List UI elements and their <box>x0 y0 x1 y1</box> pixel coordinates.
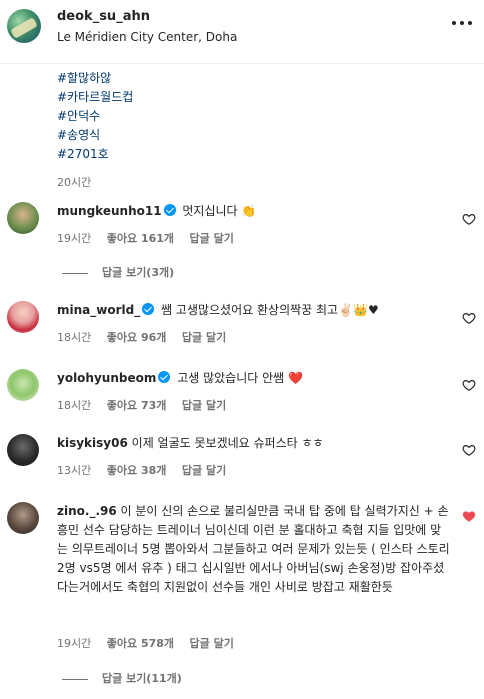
comment-text: 이제 얼굴도 못보겠네요 슈퍼스타 ㅎㅎ <box>131 436 324 450</box>
comment-text: 고생 많았습니다 안쌤 ❤️ <box>177 371 303 385</box>
comment-meta: 19시간 좋아요 578개 답글 달기 <box>57 635 246 651</box>
comment-likes[interactable]: 좋아요 38개 <box>107 464 167 477</box>
more-options-icon[interactable] <box>452 16 474 30</box>
reply-button[interactable]: 답글 달기 <box>182 399 226 412</box>
reply-button[interactable]: 답글 달기 <box>190 232 234 245</box>
view-replies-label: 답글 보기(3개) <box>102 266 175 279</box>
reply-button[interactable]: 답글 달기 <box>190 637 234 650</box>
hashtag-link[interactable]: #송영식 <box>57 126 133 145</box>
heart-outline-icon[interactable] <box>462 311 476 325</box>
post-location[interactable]: Le Méridien City Center, Doha <box>57 30 237 44</box>
commenter-avatar[interactable] <box>7 434 39 466</box>
heart-filled-icon[interactable] <box>462 509 476 523</box>
comment-username[interactable]: mungkeunho11 <box>57 204 162 218</box>
post-header: deok_su_ahn Le Méridien City Center, Doh… <box>0 0 484 64</box>
heart-outline-icon[interactable] <box>462 378 476 392</box>
divider-line <box>62 272 88 274</box>
comment-meta: 13시간 좋아요 38개 답글 달기 <box>57 462 238 478</box>
divider-line <box>62 678 88 680</box>
comment-text: 쌤 고생많으셨어요 환상의짝꿍 최고✌🏻👑♥ <box>161 303 379 317</box>
comment-username[interactable]: yolohyunbeom <box>57 371 156 385</box>
comment-likes[interactable]: 좋아요 578개 <box>107 637 174 650</box>
commenter-avatar[interactable] <box>7 202 39 234</box>
comment-meta: 18시간 좋아요 96개 답글 달기 <box>57 329 238 345</box>
heart-outline-icon[interactable] <box>462 443 476 457</box>
commenter-avatar[interactable] <box>7 301 39 333</box>
comment-time: 13시간 <box>57 464 92 477</box>
view-replies-label: 답글 보기(11개) <box>102 672 182 685</box>
comment-text: 멋지십니다 👏 <box>182 204 257 218</box>
commenter-avatar[interactable] <box>7 369 39 401</box>
reply-button[interactable]: 답글 달기 <box>182 464 226 477</box>
comment-time: 18시간 <box>57 331 92 344</box>
comment-likes[interactable]: 좋아요 73개 <box>107 399 167 412</box>
comment-time: 18시간 <box>57 399 92 412</box>
comment-time: 19시간 <box>57 637 92 650</box>
comment-username[interactable]: zino._.96 <box>57 504 117 518</box>
hashtag-link[interactable]: #카타르월드컵 <box>57 88 133 107</box>
hashtag-link[interactable]: #2701호 <box>57 145 133 164</box>
reply-button[interactable]: 답글 달기 <box>182 331 226 344</box>
verified-badge-icon <box>142 303 155 315</box>
verified-badge-icon <box>163 204 176 216</box>
heart-outline-icon[interactable] <box>462 212 476 226</box>
author-username[interactable]: deok_su_ahn <box>57 9 150 24</box>
caption-timestamp: 20시간 <box>57 176 92 189</box>
comment-likes[interactable]: 좋아요 96개 <box>107 331 167 344</box>
author-avatar[interactable] <box>7 9 41 43</box>
post-caption: #할많하않 #카타르월드컵 #안덕수 #송영식 #2701호 20시간 <box>57 63 133 190</box>
commenter-avatar[interactable] <box>7 502 39 534</box>
verified-badge-icon <box>158 371 171 383</box>
view-replies-button[interactable]: 답글 보기(3개) <box>62 264 174 280</box>
comment-username[interactable]: kisykisy06 <box>57 436 128 450</box>
view-replies-button[interactable]: 답글 보기(11개) <box>62 670 182 686</box>
hashtag-link[interactable]: #할많하않 <box>57 69 133 88</box>
comment-likes[interactable]: 좋아요 161개 <box>107 232 174 245</box>
hashtag-link[interactable]: #안덕수 <box>57 107 133 126</box>
comment-meta: 19시간 좋아요 161개 답글 달기 <box>57 230 246 246</box>
comment-meta: 18시간 좋아요 73개 답글 달기 <box>57 397 238 413</box>
comment-time: 19시간 <box>57 232 92 245</box>
comment-username[interactable]: mina_world_ <box>57 303 140 317</box>
